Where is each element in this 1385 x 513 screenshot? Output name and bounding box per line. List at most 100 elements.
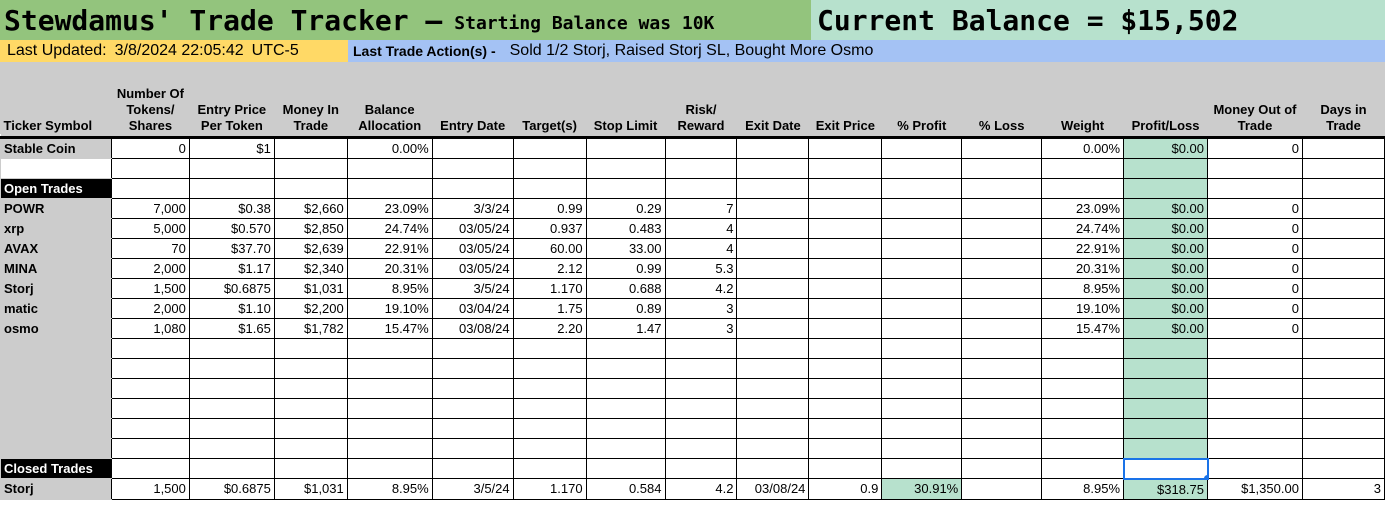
cell-exit-date[interactable] — [736, 298, 810, 319]
cell-days-in-trade[interactable] — [1301, 398, 1385, 419]
cell-allocation[interactable]: 8.95% — [346, 478, 433, 500]
cell-entry-date[interactable]: 03/05/24 — [431, 238, 514, 259]
cell-weight[interactable]: 15.47% — [1041, 318, 1125, 339]
cell-entry-date[interactable] — [431, 178, 514, 199]
cell-entry-price[interactable]: $1.65 — [188, 318, 275, 339]
cell-targets[interactable] — [512, 398, 587, 419]
cell-targets[interactable]: 0.99 — [512, 198, 587, 219]
cell-pct-loss[interactable] — [961, 238, 1043, 259]
cell-money-in[interactable] — [273, 418, 348, 439]
column-header-risk-reward[interactable]: Risk/ Reward — [665, 62, 737, 139]
column-header-stop-limit[interactable]: Stop Limit — [586, 62, 665, 139]
cell-exit-price[interactable] — [808, 438, 883, 459]
cell-exit-price[interactable] — [808, 418, 883, 439]
cell-entry-date[interactable] — [431, 398, 514, 419]
cell-entry-price[interactable] — [188, 358, 275, 379]
cell-targets[interactable]: 60.00 — [512, 238, 587, 259]
cell-allocation[interactable]: 23.09% — [346, 198, 433, 219]
cell-risk-reward[interactable] — [664, 158, 738, 179]
cell-entry-price[interactable]: $0.38 — [188, 198, 275, 219]
cell-entry-date[interactable] — [431, 137, 514, 159]
cell-exit-price[interactable] — [808, 258, 883, 279]
column-header-ticker[interactable]: Ticker Symbol — [0, 62, 112, 139]
cell-tokens[interactable] — [110, 398, 190, 419]
cell-exit-date[interactable] — [736, 178, 810, 199]
cell-allocation[interactable]: 19.10% — [346, 298, 433, 319]
cell-weight[interactable] — [1041, 418, 1125, 439]
cell-profit-loss[interactable]: $0.00 — [1123, 278, 1209, 299]
cell-stop-limit[interactable]: 0.99 — [585, 258, 666, 279]
cell-pct-loss[interactable] — [961, 478, 1043, 500]
cell-entry-date[interactable]: 03/05/24 — [431, 258, 514, 279]
cell-profit-loss[interactable] — [1123, 398, 1209, 419]
cell-weight[interactable] — [1041, 178, 1125, 199]
cell-exit-price[interactable] — [808, 318, 883, 339]
cell-weight[interactable]: 0.00% — [1041, 137, 1125, 159]
cell-weight[interactable]: 20.31% — [1041, 258, 1125, 279]
cell-allocation[interactable] — [346, 458, 433, 479]
cell-allocation[interactable] — [346, 358, 433, 379]
cell-exit-price[interactable] — [808, 338, 883, 359]
cell-pct-profit[interactable] — [881, 238, 963, 259]
cell-ticker[interactable]: Open Trades — [0, 178, 112, 199]
cell-money-out[interactable] — [1207, 458, 1303, 479]
cell-days-in-trade[interactable]: 3 — [1301, 478, 1385, 500]
cell-ticker[interactable] — [0, 438, 112, 459]
cell-weight[interactable] — [1041, 398, 1125, 419]
cell-stop-limit[interactable] — [585, 358, 666, 379]
cell-money-out[interactable]: $1,350.00 — [1207, 478, 1303, 500]
cell-tokens[interactable]: 1,500 — [110, 478, 190, 500]
cell-money-out[interactable] — [1207, 378, 1303, 399]
cell-exit-date[interactable] — [736, 158, 810, 179]
cell-profit-loss[interactable] — [1123, 378, 1209, 399]
cell-stop-limit[interactable] — [585, 418, 666, 439]
cell-targets[interactable] — [512, 358, 587, 379]
cell-profit-loss[interactable]: $0.00 — [1123, 298, 1209, 319]
cell-tokens[interactable]: 2,000 — [110, 258, 190, 279]
cell-weight[interactable]: 8.95% — [1041, 278, 1125, 299]
cell-allocation[interactable]: 8.95% — [346, 278, 433, 299]
cell-profit-loss[interactable] — [1123, 158, 1209, 179]
cell-exit-date[interactable] — [736, 378, 810, 399]
cell-risk-reward[interactable] — [664, 438, 738, 459]
cell-exit-price[interactable] — [808, 358, 883, 379]
cell-entry-price[interactable] — [188, 418, 275, 439]
cell-profit-loss[interactable] — [1123, 358, 1209, 379]
cell-targets[interactable]: 2.20 — [512, 318, 587, 339]
cell-entry-date[interactable]: 03/05/24 — [431, 218, 514, 239]
cell-money-in[interactable]: $2,850 — [273, 218, 348, 239]
cell-allocation[interactable]: 0.00% — [346, 137, 433, 159]
cell-profit-loss[interactable]: $0.00 — [1123, 218, 1209, 239]
cell-pct-profit[interactable]: 30.91% — [881, 478, 963, 500]
cell-exit-date[interactable] — [736, 398, 810, 419]
column-header-entry-date[interactable]: Entry Date — [432, 62, 514, 139]
cell-pct-profit[interactable] — [881, 458, 963, 479]
cell-money-in[interactable] — [273, 178, 348, 199]
cell-exit-price[interactable] — [808, 137, 883, 159]
cell-entry-date[interactable] — [431, 458, 514, 479]
cell-exit-price[interactable] — [808, 298, 883, 319]
cell-money-out[interactable]: 0 — [1207, 218, 1303, 239]
cell-pct-profit[interactable] — [881, 418, 963, 439]
cell-ticker[interactable]: matic — [0, 298, 112, 319]
cell-exit-date[interactable] — [736, 338, 810, 359]
cell-money-in[interactable]: $1,031 — [273, 478, 348, 500]
cell-days-in-trade[interactable] — [1301, 178, 1385, 199]
cell-entry-price[interactable]: $1.17 — [188, 258, 275, 279]
cell-targets[interactable] — [512, 378, 587, 399]
cell-ticker[interactable]: MINA — [0, 258, 112, 279]
cell-profit-loss[interactable]: $0.00 — [1123, 238, 1209, 259]
cell-targets[interactable] — [512, 458, 587, 479]
cell-pct-profit[interactable] — [881, 158, 963, 179]
cell-targets[interactable]: 2.12 — [512, 258, 587, 279]
cell-allocation[interactable]: 15.47% — [346, 318, 433, 339]
cell-days-in-trade[interactable] — [1301, 338, 1385, 359]
cell-money-in[interactable] — [273, 398, 348, 419]
cell-profit-loss[interactable] — [1123, 338, 1209, 359]
cell-risk-reward[interactable]: 4 — [664, 218, 738, 239]
cell-risk-reward[interactable]: 3 — [664, 318, 738, 339]
cell-tokens[interactable] — [110, 358, 190, 379]
cell-pct-loss[interactable] — [961, 158, 1043, 179]
cell-pct-loss[interactable] — [961, 338, 1043, 359]
cell-pct-loss[interactable] — [961, 198, 1043, 219]
